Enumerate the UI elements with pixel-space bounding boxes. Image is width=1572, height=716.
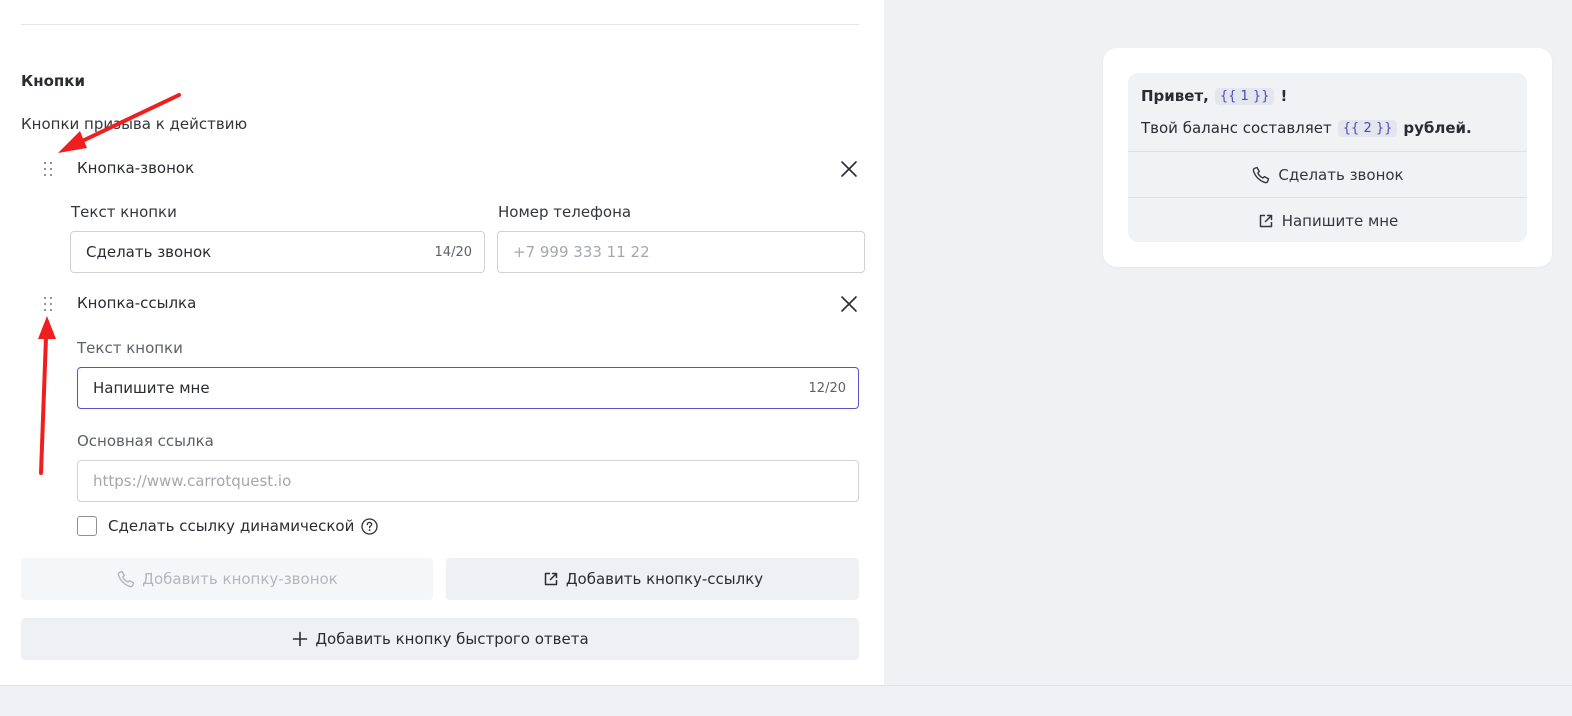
balance-text: Твой баланс составляет bbox=[1141, 119, 1332, 137]
variable-chip: {{ 2 }} bbox=[1337, 119, 1398, 137]
drag-handle-icon[interactable] bbox=[43, 161, 53, 177]
add-call-button[interactable]: Добавить кнопку-звонок bbox=[21, 558, 433, 600]
preview-link-label: Напишите мне bbox=[1281, 211, 1399, 230]
external-link-icon bbox=[544, 572, 558, 586]
remove-link-button-icon[interactable] bbox=[840, 295, 858, 313]
phone-icon bbox=[1253, 166, 1270, 183]
phone-input[interactable]: +7 999 333 11 22 bbox=[497, 231, 865, 273]
call-button-title: Кнопка-звонок bbox=[77, 159, 195, 177]
add-link-button[interactable]: Добавить кнопку-ссылку bbox=[446, 558, 859, 600]
url-label: Основная ссылка bbox=[77, 432, 214, 450]
currency-text: рублей. bbox=[1403, 119, 1472, 137]
char-counter: 14/20 bbox=[434, 244, 472, 260]
phone-icon bbox=[117, 570, 135, 588]
section-subtitle: Кнопки призыва к действию bbox=[21, 115, 248, 133]
char-counter: 12/20 bbox=[808, 380, 846, 396]
help-icon[interactable] bbox=[361, 518, 378, 535]
preview-link-button[interactable]: Напишите мне bbox=[1128, 197, 1527, 242]
call-text-input[interactable]: Сделать звонок 14/20 bbox=[70, 231, 485, 273]
call-text-label: Текст кнопки bbox=[71, 203, 177, 221]
exclaim-text: ! bbox=[1280, 87, 1288, 105]
button-editor-panel: Кнопки Кнопки призыва к действию Кнопка-… bbox=[0, 0, 884, 685]
dynamic-link-label[interactable]: Сделать ссылку динамической bbox=[108, 517, 354, 535]
link-button-title: Кнопка-ссылка bbox=[77, 294, 197, 312]
add-quick-reply-button[interactable]: Добавить кнопку быстрого ответа bbox=[21, 618, 859, 660]
bottom-strip bbox=[0, 685, 1572, 716]
add-quick-reply-label: Добавить кнопку быстрого ответа bbox=[315, 630, 589, 648]
message-greeting: Привет, {{ 1 }} ! bbox=[1141, 87, 1287, 105]
phone-placeholder: +7 999 333 11 22 bbox=[513, 243, 650, 261]
remove-call-button-icon[interactable] bbox=[840, 160, 858, 178]
add-link-label: Добавить кнопку-ссылку bbox=[565, 570, 764, 588]
drag-handle-icon[interactable] bbox=[43, 296, 53, 312]
external-link-icon bbox=[1259, 214, 1272, 227]
add-call-label: Добавить кнопку-звонок bbox=[142, 570, 338, 588]
link-text-label: Текст кнопки bbox=[77, 339, 183, 357]
plus-icon bbox=[293, 631, 308, 647]
url-input[interactable]: https://www.carrotquest.io bbox=[77, 460, 859, 502]
variable-chip: {{ 1 }} bbox=[1214, 87, 1275, 105]
divider bbox=[21, 24, 859, 25]
dynamic-link-checkbox[interactable] bbox=[77, 516, 97, 536]
greeting-text: Привет, bbox=[1141, 87, 1209, 105]
message-balance: Твой баланс составляет {{ 2 }} рублей. bbox=[1141, 119, 1472, 137]
phone-label: Номер телефона bbox=[498, 203, 632, 221]
section-title: Кнопки bbox=[21, 72, 85, 90]
preview-call-label: Сделать звонок bbox=[1278, 165, 1404, 184]
link-text-value: Напишите мне bbox=[93, 379, 210, 397]
url-placeholder: https://www.carrotquest.io bbox=[93, 472, 292, 490]
message-bubble: Привет, {{ 1 }} ! Твой баланс составляет… bbox=[1128, 73, 1527, 242]
call-text-value: Сделать звонок bbox=[86, 243, 212, 261]
preview-call-button[interactable]: Сделать звонок bbox=[1128, 151, 1527, 197]
link-text-input[interactable]: Напишите мне 12/20 bbox=[77, 367, 859, 409]
